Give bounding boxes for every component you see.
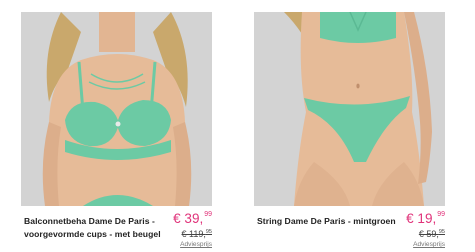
product-card[interactable]: Balconnetbeha Dame De Paris - voorgevorm… bbox=[21, 12, 212, 252]
product-title-line[interactable]: voorgevormde cups - met beugel ... bbox=[24, 228, 162, 241]
sale-price-main: € 39, bbox=[173, 211, 204, 226]
product-photo-bra bbox=[21, 12, 212, 206]
sale-price-main: € 19, bbox=[406, 211, 437, 226]
product-card[interactable]: String Dame De Paris - mintgroen € 19,99… bbox=[254, 12, 445, 252]
original-price-cents: 95 bbox=[438, 229, 445, 235]
product-title[interactable]: String Dame De Paris - mintgroen bbox=[257, 215, 407, 228]
product-info: Balconnetbeha Dame De Paris - voorgevorm… bbox=[21, 211, 212, 252]
product-title-line[interactable]: Balconnetbeha Dame De Paris - bbox=[24, 215, 162, 228]
product-info: String Dame De Paris - mintgroen € 19,99… bbox=[254, 211, 445, 252]
advice-price-link[interactable]: Adviesprijs bbox=[180, 241, 212, 248]
original-price-cents: 95 bbox=[205, 229, 212, 235]
original-price: € 59,95 bbox=[419, 229, 445, 239]
original-price: € 119,95 bbox=[182, 229, 212, 239]
advice-price-link[interactable]: Adviesprijs bbox=[413, 241, 445, 248]
sale-price: € 19,99 bbox=[406, 211, 445, 226]
sale-price-cents: 99 bbox=[204, 211, 212, 218]
sale-price: € 39,99 bbox=[173, 211, 212, 226]
original-price-main: € 119, bbox=[181, 229, 206, 239]
product-photo-string bbox=[254, 12, 445, 206]
product-title[interactable]: Balconnetbeha Dame De Paris - voorgevorm… bbox=[24, 215, 162, 241]
product-image[interactable] bbox=[254, 12, 445, 206]
sale-price-cents: 99 bbox=[437, 211, 445, 218]
original-price-main: € 59, bbox=[418, 229, 439, 239]
product-image[interactable] bbox=[21, 12, 212, 206]
product-title-line[interactable]: String Dame De Paris - mintgroen bbox=[257, 215, 407, 228]
